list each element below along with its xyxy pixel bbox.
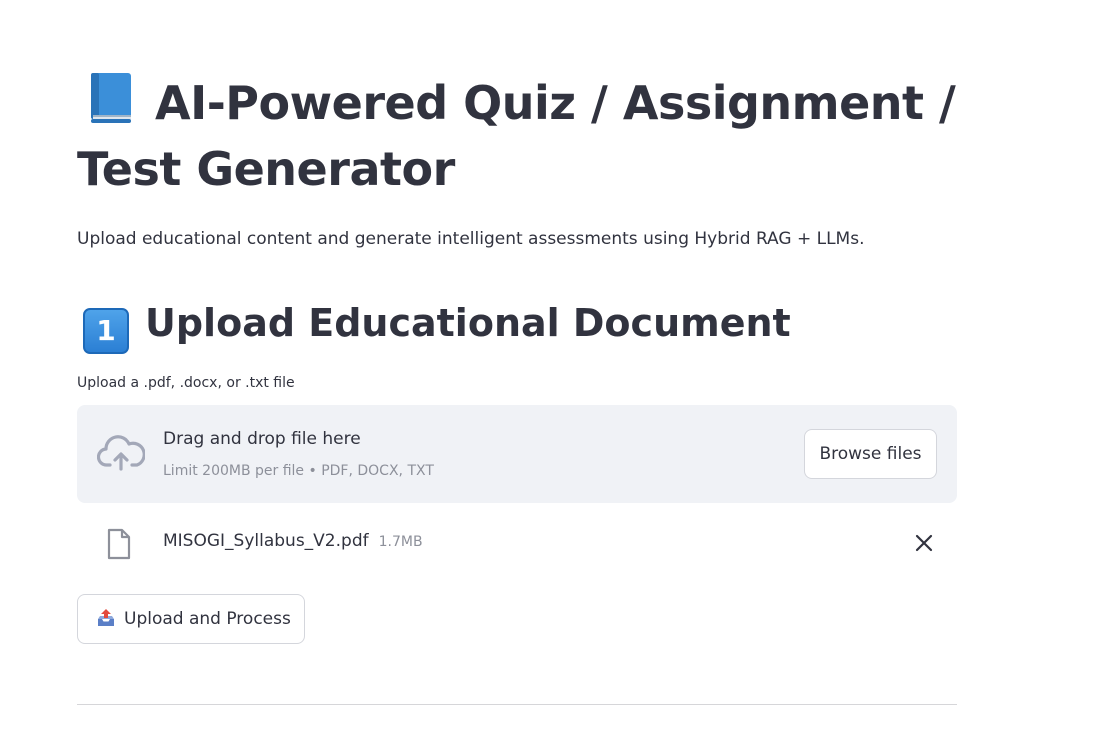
page-title-text: AI-Powered Quiz / Assignment / Test Gene… xyxy=(77,76,956,196)
page-title: AI-Powered Quiz / Assignment / Test Gene… xyxy=(77,70,957,202)
upload-and-process-button[interactable]: Upload and Process xyxy=(77,594,305,644)
page-subtitle: Upload educational content and generate … xyxy=(77,229,865,249)
uploaded-file-row: MISOGI_Syllabus_V2.pdf 1.7MB xyxy=(77,522,957,566)
uploaded-file-size: 1.7MB xyxy=(378,534,423,550)
upload-and-process-label: Upload and Process xyxy=(124,609,291,629)
keycap-one-icon: 1 xyxy=(83,308,129,354)
document-icon xyxy=(107,528,131,560)
section-heading-text: Upload Educational Document xyxy=(145,301,791,345)
file-uploader-label: Upload a .pdf, .docx, or .txt file xyxy=(77,375,295,391)
file-dropzone[interactable]: Drag and drop file here Limit 200MB per … xyxy=(77,405,957,503)
blue-book-icon xyxy=(91,73,131,123)
cloud-upload-icon xyxy=(97,435,145,471)
uploaded-file-name: MISOGI_Syllabus_V2.pdf xyxy=(163,531,369,551)
section-divider xyxy=(77,704,957,705)
dropzone-title: Drag and drop file here xyxy=(163,429,361,449)
section-heading: 1 Upload Educational Document xyxy=(77,294,791,354)
browse-files-button[interactable]: Browse files xyxy=(804,429,937,479)
close-icon[interactable] xyxy=(913,532,935,554)
outbox-tray-icon xyxy=(98,609,114,626)
dropzone-limit-text: Limit 200MB per file • PDF, DOCX, TXT xyxy=(163,463,434,479)
